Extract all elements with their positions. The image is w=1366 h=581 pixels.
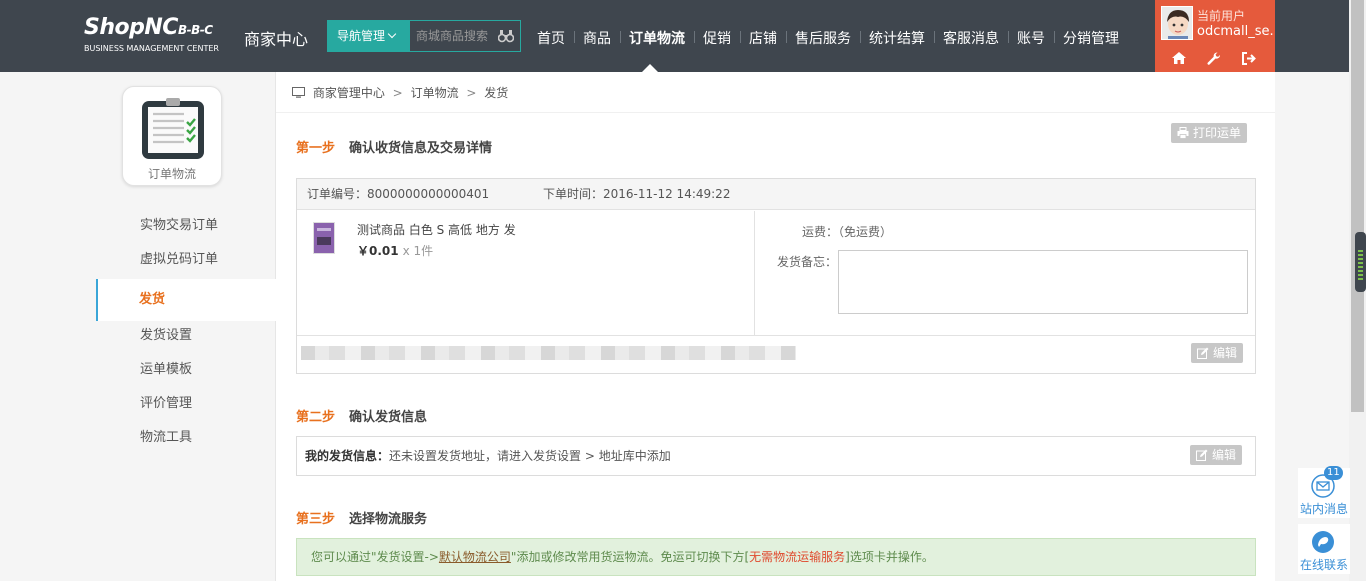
print-waybill-label: 打印运单 — [1193, 126, 1242, 140]
menu-home[interactable]: 首页 — [537, 28, 565, 48]
notice-text-pre: 您可以通过"发货设置-> — [311, 550, 439, 564]
volume-meter-icon — [1355, 232, 1366, 292]
menu-statistics[interactable]: 统计结算 — [869, 28, 925, 48]
delivery-note-textarea[interactable] — [838, 250, 1248, 314]
notice-text-post: ]选项卡并操作。 — [845, 550, 934, 564]
nav-manage-dropdown[interactable]: 导航管理 — [327, 20, 410, 52]
sender-info-box: 我的发货信息：还未设置发货地址，请进入发货设置 > 地址库中添加 — [296, 436, 1256, 476]
sender-info-text: 还未设置发货地址，请进入发货设置 > 地址库中添加 — [389, 449, 671, 463]
avatar[interactable] — [1161, 6, 1193, 40]
order-detail-box: 订单编号：8000000000000401 下单时间：2016-11-12 14… — [296, 178, 1256, 374]
online-contact-label: 在线联系 — [1299, 558, 1348, 572]
edit-sender-button[interactable]: 编辑 — [1190, 445, 1243, 465]
breadcrumb-order-logistics[interactable]: 订单物流 — [411, 86, 459, 100]
edit-receiver-label: 编辑 — [1213, 346, 1238, 360]
home-icon[interactable] — [1172, 52, 1186, 64]
logo-brand: ShopNC — [84, 15, 178, 40]
page-scrollbar-thumb[interactable] — [1351, 0, 1364, 412]
monitor-icon — [292, 87, 305, 98]
user-box: 当前用户 odcmall_se... — [1155, 0, 1275, 72]
goods-quantity: x 1件 — [402, 244, 434, 258]
step2-heading: 第二步 确认发货信息 — [296, 406, 427, 425]
seller-center-title: 商家中心 — [244, 30, 309, 49]
search-box — [409, 20, 521, 52]
site-message-label: 站内消息 — [1299, 502, 1348, 516]
breadcrumb-deliver: 发货 — [484, 86, 509, 100]
order-time: 下单时间：2016-11-12 14:49:22 — [543, 187, 731, 201]
site-message-widget[interactable]: 11 站内消息 — [1298, 466, 1350, 518]
edit-icon — [1197, 347, 1209, 359]
step1-title: 确认收货信息及交易详情 — [349, 141, 493, 156]
goods-thumbnail[interactable] — [313, 222, 335, 254]
sidebar: 订单物流 实物交易订单 虚拟兑码订单 发货 发货设置 运单模板 评价管理 物流工… — [96, 72, 276, 581]
chat-icon — [1312, 531, 1334, 553]
sidebar-item-review-management[interactable]: 评价管理 — [96, 387, 276, 421]
step1-heading: 第一步 确认收货信息及交易详情 — [296, 137, 492, 156]
menu-goods[interactable]: 商品 — [583, 28, 611, 48]
menu-distribution[interactable]: 分销管理 — [1063, 28, 1119, 48]
menu-order-logistics[interactable]: 订单物流 — [629, 28, 685, 48]
logo-subtitle: BUSINESS MANAGEMENT CENTER — [84, 44, 219, 53]
user-name[interactable]: odcmall_se... — [1197, 24, 1273, 39]
sidebar-item-deliver[interactable]: 发货 — [96, 279, 276, 321]
menu-store[interactable]: 店铺 — [749, 28, 777, 48]
sidebar-item-logistics-tools[interactable]: 物流工具 — [96, 421, 276, 455]
blurred-address — [301, 346, 796, 360]
sidebar-item-physical-orders[interactable]: 实物交易订单 — [96, 209, 276, 243]
edit-sender-label: 编辑 — [1212, 448, 1237, 462]
sender-info-label: 我的发货信息： — [305, 449, 390, 463]
search-input[interactable] — [410, 21, 494, 51]
clipboard-checklist-icon — [142, 98, 204, 159]
goods-price: ￥0.01 — [357, 244, 399, 258]
step3-title: 选择物流服务 — [349, 512, 428, 527]
active-menu-pointer — [642, 64, 658, 72]
notice-text-mid: "添加或修改常用货运物流。免运可切换下方[ — [510, 550, 750, 564]
goods-name[interactable]: 测试商品 白色 S 高低 地方 发 — [357, 221, 516, 238]
current-user-label: 当前用户 — [1197, 9, 1246, 23]
default-logistics-link[interactable]: 默认物流公司 — [439, 550, 511, 564]
breadcrumb: 商家管理中心 > 订单物流 > 发货 — [292, 84, 508, 101]
message-count-badge: 11 — [1324, 466, 1343, 480]
breadcrumb-seller-center[interactable]: 商家管理中心 — [313, 86, 385, 100]
online-contact-widget[interactable]: 在线联系 — [1298, 524, 1350, 574]
menu-after-sales[interactable]: 售后服务 — [795, 28, 851, 48]
print-waybill-button[interactable]: 打印运单 — [1171, 123, 1248, 143]
logistics-notice: 您可以通过"发货设置->默认物流公司"添加或修改常用货运物流。免运可切换下方[无… — [296, 538, 1256, 576]
shipping-fee: 运费：（免运费） — [802, 225, 893, 239]
goods-price-line: ￥0.01 x 1件 — [357, 242, 433, 259]
sidebar-item-virtual-orders[interactable]: 虚拟兑码订单 — [96, 243, 276, 277]
step1-number: 第一步 — [296, 141, 336, 156]
logo[interactable]: ShopNCB-B-C BUSINESS MANAGEMENT CENTER — [84, 16, 219, 54]
main-content: 商家管理中心 > 订单物流 > 发货 第一步 确认收货信息及交易详情 打印运单 订… — [276, 72, 1275, 581]
step2-number: 第二步 — [296, 410, 336, 425]
logout-icon[interactable] — [1242, 52, 1257, 65]
chevron-down-icon — [387, 29, 397, 39]
goods-cell: 测试商品 白色 S 高低 地方 发 ￥0.01 x 1件 — [297, 211, 755, 335]
order-header: 订单编号：8000000000000401 下单时间：2016-11-12 14… — [297, 179, 1255, 210]
delivery-note-label: 发货备忘： — [777, 255, 838, 269]
menu-promotion[interactable]: 促销 — [703, 28, 731, 48]
step3-heading: 第三步 选择物流服务 — [296, 508, 427, 527]
edit-icon — [1196, 449, 1208, 461]
sidebar-item-waybill-template[interactable]: 运单模板 — [96, 353, 276, 387]
menu-service-messages[interactable]: 客服消息 — [943, 28, 999, 48]
edit-receiver-button[interactable]: 编辑 — [1191, 343, 1244, 363]
app-card-caption: 订单物流 — [147, 167, 196, 181]
wrench-icon[interactable] — [1207, 52, 1221, 66]
sidebar-item-delivery-settings[interactable]: 发货设置 — [96, 319, 276, 353]
step3-number: 第三步 — [296, 512, 336, 527]
order-number: 订单编号：8000000000000401 — [307, 187, 490, 201]
menu-account[interactable]: 账号 — [1017, 28, 1045, 48]
binoculars-icon[interactable] — [498, 29, 514, 43]
order-logistics-app-card[interactable]: 订单物流 — [122, 86, 222, 186]
no-logistics-service-text: 无需物流运输服务 — [749, 550, 846, 564]
logo-suffix: B-B-C — [177, 23, 213, 37]
receiver-address-row — [297, 335, 1255, 373]
top-header: ShopNCB-B-C BUSINESS MANAGEMENT CENTER 商… — [0, 0, 1366, 72]
printer-icon — [1177, 127, 1189, 139]
step2-title: 确认发货信息 — [349, 410, 428, 425]
nav-manage-label: 导航管理 — [337, 29, 386, 43]
